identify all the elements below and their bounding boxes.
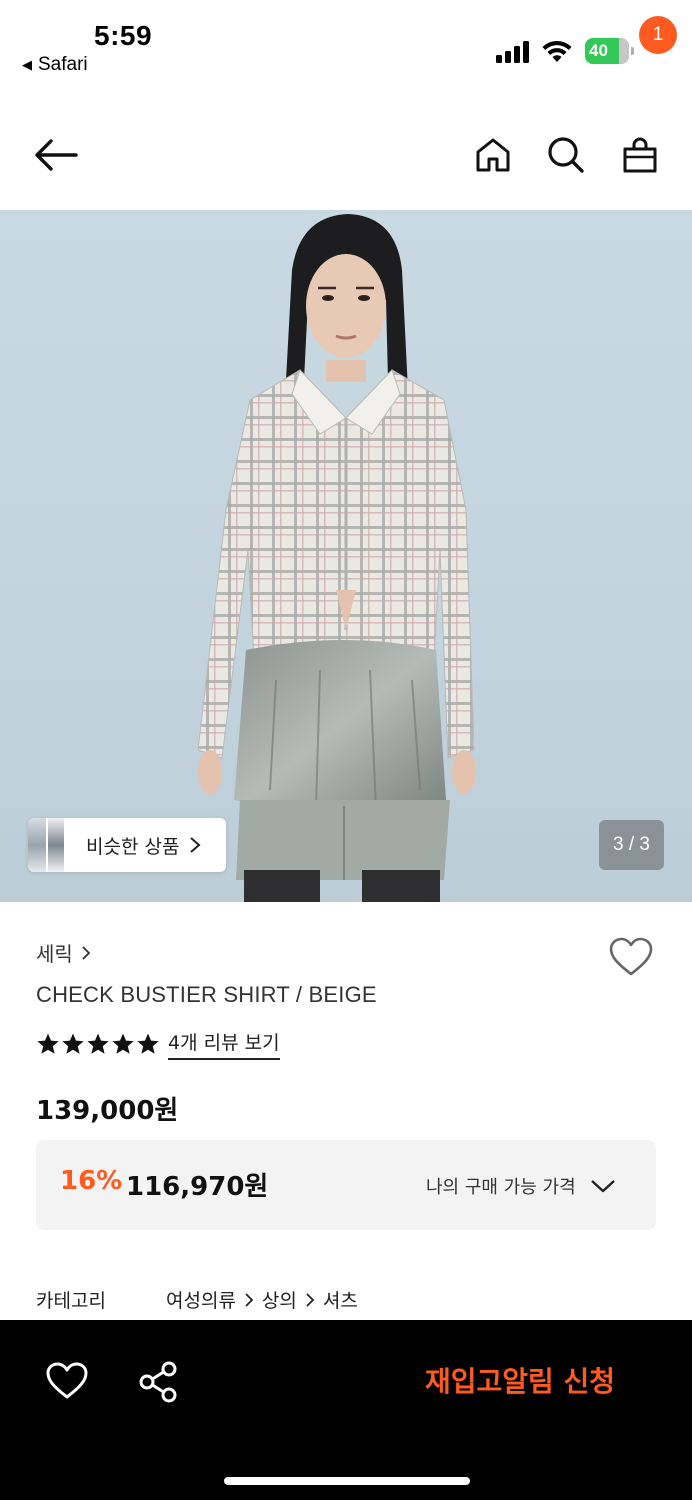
similar-products-label: 비슷한 상품 xyxy=(86,835,180,858)
shopping-bag-icon xyxy=(623,137,657,173)
product-name: CHECK BUSTIER SHIRT / BEIGE xyxy=(36,982,377,1007)
share-icon xyxy=(139,1361,177,1403)
chevron-right-icon xyxy=(245,1292,254,1307)
discount-rate: 16% xyxy=(60,1166,123,1196)
back-to-app[interactable]: ◀ Safari xyxy=(22,54,88,76)
heart-outline-icon xyxy=(609,937,653,976)
search-icon xyxy=(548,137,584,173)
heart-icon xyxy=(46,1362,88,1399)
star-icon xyxy=(62,1033,84,1054)
brand-link[interactable]: 세릭 xyxy=(36,938,91,967)
wishlist-button[interactable] xyxy=(608,936,656,980)
chevron-right-icon xyxy=(82,945,91,960)
rating-row: 4개 리뷰 보기 xyxy=(36,1028,280,1060)
category-crumb[interactable]: 여성의류 xyxy=(166,1286,236,1313)
similar-products-button[interactable]: 비슷한 상품 xyxy=(28,818,226,872)
restock-alert-button[interactable]: 재입고알림 신청 xyxy=(360,1350,680,1414)
star-icon xyxy=(137,1033,159,1054)
original-price: 139,000원 xyxy=(36,1096,179,1126)
battery-indicator: 40 xyxy=(585,38,634,64)
home-button[interactable] xyxy=(463,100,523,210)
battery-level: 40 xyxy=(589,41,608,60)
chevron-right-icon xyxy=(190,837,201,853)
arrow-left-icon xyxy=(35,139,78,171)
back-app-label: Safari xyxy=(38,54,88,75)
similar-product-thumbnails xyxy=(28,818,64,872)
view-reviews-link[interactable]: 4개 리뷰 보기 xyxy=(168,1028,280,1060)
status-time: 5:59 xyxy=(94,20,153,51)
bottom-wishlist-button[interactable] xyxy=(44,1360,90,1404)
cellular-signal-icon xyxy=(496,41,529,63)
product-image[interactable] xyxy=(0,210,692,902)
chevron-down-icon xyxy=(590,1180,615,1193)
category-crumb[interactable]: 셔츠 xyxy=(323,1286,358,1313)
category-crumb[interactable]: 상의 xyxy=(262,1286,297,1313)
cart-button[interactable] xyxy=(610,100,670,210)
chevron-right-icon xyxy=(306,1292,315,1307)
home-icon xyxy=(476,138,510,172)
rating-stars xyxy=(36,1032,160,1056)
category-label: 카테고리 xyxy=(36,1290,106,1312)
star-icon xyxy=(112,1033,134,1054)
share-button[interactable] xyxy=(136,1360,182,1404)
model-photo xyxy=(197,214,476,902)
brand-name: 세릭 xyxy=(36,942,73,966)
status-bar: 5:59 ◀ Safari 40 xyxy=(0,0,692,100)
back-triangle-icon: ◀ xyxy=(22,57,32,72)
star-icon xyxy=(37,1033,59,1054)
app-header xyxy=(0,100,692,210)
cart-count-badge: 1 xyxy=(639,16,677,54)
back-button[interactable] xyxy=(26,100,86,210)
image-counter: 3 / 3 xyxy=(599,820,664,870)
search-button[interactable] xyxy=(536,100,596,210)
star-icon xyxy=(87,1033,109,1054)
wifi-icon xyxy=(542,40,572,62)
bottom-action-bar: 재입고알림 신청 xyxy=(0,1320,692,1500)
price-box: 16% 116,970원 나의 구매 가능 가격 xyxy=(36,1140,656,1230)
sale-price: 116,970원 xyxy=(126,1172,269,1202)
my-price-toggle[interactable]: 나의 구매 가능 가격 xyxy=(426,1164,616,1208)
home-indicator xyxy=(224,1477,470,1485)
category-row: 카테고리 여성의류 상의 셔츠 xyxy=(36,1286,358,1313)
category-breadcrumb: 여성의류 상의 셔츠 xyxy=(166,1286,358,1313)
my-price-label: 나의 구매 가능 가격 xyxy=(426,1177,576,1198)
